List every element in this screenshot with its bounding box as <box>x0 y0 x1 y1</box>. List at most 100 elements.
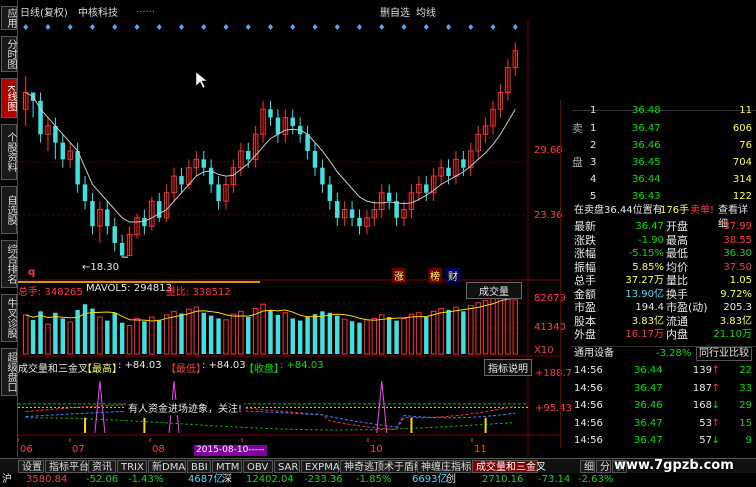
tick-volume: 187 <box>692 382 712 394</box>
stat-row: 最新 36.47 开盘 37.99 <box>572 220 756 234</box>
candle-body <box>290 117 295 126</box>
ask-volume: 314 <box>732 174 752 185</box>
ma-toggle-button[interactable]: 均线 <box>416 4 436 19</box>
cyb-index-name[interactable]: 创 <box>446 473 456 487</box>
stat-value: 13.90亿 <box>625 288 664 300</box>
signal-diamond-icon <box>178 24 184 30</box>
event-tag-bang[interactable]: 榜 <box>428 268 442 283</box>
ask-price: 36.46 <box>632 140 661 151</box>
ask-price: 36.48 <box>632 105 661 116</box>
sidebar-tab-3[interactable]: 个股资料 <box>1 124 17 180</box>
indicator-tab-12[interactable]: 成交量和三金叉 <box>472 460 546 473</box>
remove-watchlist-button[interactable]: 删自选 <box>380 4 410 19</box>
indicator-tab-2[interactable]: 资讯 <box>88 460 116 473</box>
tick-row: 14:56 36.44 139 ↑ 22 <box>572 364 756 378</box>
indicator-tab-9[interactable]: EXPMA <box>301 460 340 473</box>
panel-divider <box>560 100 561 448</box>
industry-compare-button[interactable]: 同行业比较 <box>696 347 752 361</box>
sidebar-tab-2[interactable]: K线图 <box>1 78 17 118</box>
candle-body <box>60 142 66 160</box>
volume-bar <box>379 314 385 355</box>
stat-label: 量比 <box>666 274 688 287</box>
stat-value: 37.99 <box>723 221 752 232</box>
ask-price: 36.44 <box>632 174 661 185</box>
tick-time: 14:56 <box>574 382 603 394</box>
volume-bar <box>349 321 355 354</box>
stat-label: 最新 <box>574 220 596 233</box>
event-tag-zhang[interactable]: 涨 <box>392 268 406 283</box>
event-tag-cai[interactable]: 财 <box>446 268 460 283</box>
sidebar-tab-0[interactable]: 应用 <box>1 6 17 30</box>
indicator-tab-5[interactable]: BBI <box>187 460 211 473</box>
signal-diamond-icon <box>268 24 273 30</box>
volume-bar <box>38 311 43 354</box>
sector-row[interactable]: 通用设备 -3.28% 同行业比较 <box>572 346 756 361</box>
signal-diamond-icon <box>423 24 429 30</box>
indicator-tab-0[interactable]: 设置 <box>18 460 44 473</box>
indicator-tab-6[interactable]: MTM <box>212 460 242 473</box>
date-highlight: 2015-08-10----- <box>194 445 267 456</box>
indicator-tab-11[interactable]: 神缠庄指标 <box>417 460 471 473</box>
stat-value: 36.30 <box>723 248 752 259</box>
view-nav-1[interactable]: 分 <box>596 460 611 473</box>
stat-value: 3.83亿 <box>631 315 664 327</box>
volume-bar <box>341 318 348 355</box>
volume-label-high: 82679 <box>534 293 566 304</box>
view-nav-0[interactable]: 细 <box>580 460 595 473</box>
ask-row[interactable]: 5 36.43 122 <box>572 190 756 204</box>
volume-bar <box>193 306 200 355</box>
volume-bar <box>386 317 392 354</box>
volume-bar <box>112 312 117 354</box>
indicator-tab-1[interactable]: 指标平台 <box>45 460 89 473</box>
indicator-tab-10[interactable]: 神奇逃顶术于盾线 <box>340 460 424 473</box>
indicator-help-button[interactable]: 指标说明 <box>484 359 532 376</box>
pending-order-notice[interactable]: 在卖盘36.44位置有 176手 卖单! 查看详细 <box>572 204 756 230</box>
arrow-down-icon: ↓ <box>711 400 720 411</box>
signal-diamond-icon <box>156 24 162 30</box>
sidebar-tab-1[interactable]: 分时图 <box>1 36 17 72</box>
volume-bar <box>357 322 362 354</box>
sz-index-name[interactable]: 深 <box>222 473 232 487</box>
cyb-index-value: 2710.16 <box>482 474 524 485</box>
ask-row[interactable]: 卖 1 36.47 606 <box>572 122 756 136</box>
stat-label: 外盘 <box>574 328 596 341</box>
stat-row: 市盈 194.4 市盈(动) 205.3 <box>572 301 756 315</box>
ask-level: 1 <box>590 123 597 134</box>
left-tab-bar: 应用分时图 K线图个股资料自选股综合排名牛叉诊股超级盘口 <box>0 0 18 457</box>
sidebar-tab-5[interactable]: 综合排名 <box>1 240 17 288</box>
stat-value: 205.3 <box>723 302 752 313</box>
signal-diamond-icon <box>446 24 452 30</box>
indicator-tab-4[interactable]: 新DMA <box>148 460 186 473</box>
sidebar-tab-4[interactable]: 自选股 <box>1 186 17 234</box>
ask-row[interactable]: 2 36.46 76 <box>572 139 756 153</box>
indicator-tab-8[interactable]: SAR <box>274 460 300 473</box>
stat-value: 3.83亿 <box>719 315 752 327</box>
signal-diamond-icon <box>379 24 385 30</box>
ask-row[interactable]: 4 36.44 314 <box>572 173 756 187</box>
indicator-close-value: : +84.03 <box>280 360 324 371</box>
ask-level: 4 <box>590 174 597 185</box>
indicator-tab-3[interactable]: TRIX <box>117 460 147 473</box>
kline-chart-area[interactable]: 060708091011 29.68 23.36 ←18.30 q 涨 榜 财 … <box>17 20 572 457</box>
sidebar-tab-6[interactable]: 牛叉诊股 <box>1 294 17 342</box>
ask-row-partial[interactable]: 1 36.48 11 <box>572 104 756 118</box>
volume-indicator-button[interactable]: 成交量 <box>466 282 522 299</box>
quote-panel: 1 36.48 11 卖 1 36.47 606 2 36.46 76 盘 3 36.45 704 4 36.… <box>560 100 756 457</box>
ask-price: 36.47 <box>632 123 661 134</box>
pending-text: 在卖盘36.44位置有 <box>574 205 663 216</box>
tick-count: 33 <box>739 382 752 394</box>
sh-index-name[interactable]: 沪 <box>2 473 12 487</box>
chart-mode-label[interactable]: 日线(复权) <box>20 4 68 19</box>
signal-diamond-icon <box>223 24 229 30</box>
volume-bar <box>312 314 318 354</box>
indicator-line-green <box>25 417 516 431</box>
x-axis-label: 10 <box>370 444 383 455</box>
ask-row[interactable]: 盘 3 36.45 704 <box>572 156 756 170</box>
stat-label: 最高 <box>666 233 688 247</box>
sidebar-tab-7[interactable]: 超级盘口 <box>1 348 17 396</box>
x-axis-label: 07 <box>72 444 85 455</box>
sector-name[interactable]: 通用设备 <box>574 347 614 361</box>
volume-total-label: 总手: 348265 <box>18 287 83 298</box>
indicator-tab-7[interactable]: OBV <box>243 460 273 473</box>
candle-body <box>119 242 125 256</box>
